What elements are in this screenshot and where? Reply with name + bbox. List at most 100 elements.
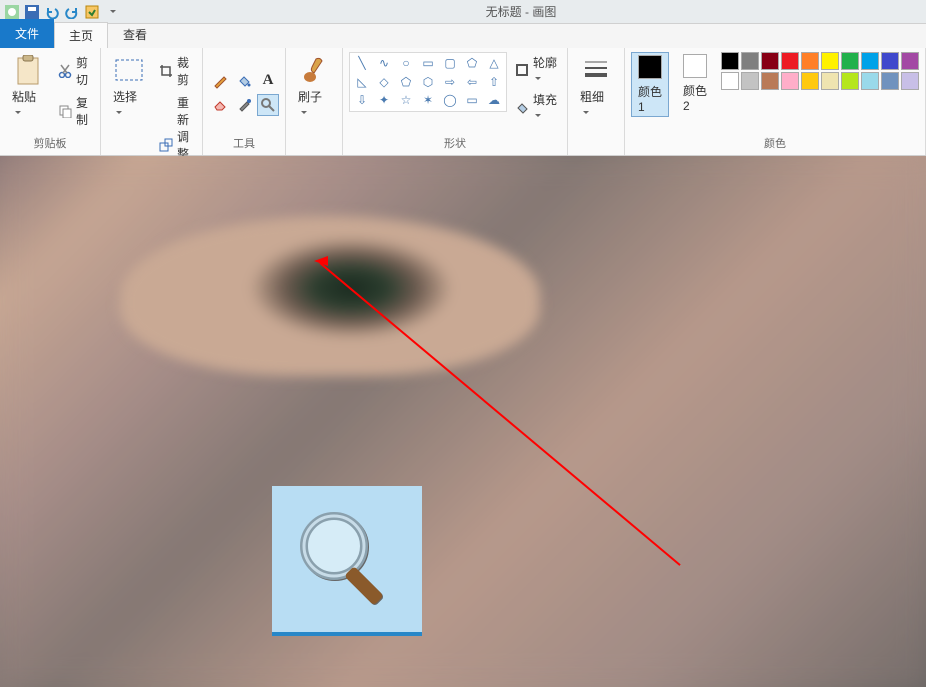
size-button[interactable]: 粗细 — [574, 52, 618, 137]
size-icon — [580, 54, 612, 86]
fill-label: 填充 — [533, 91, 557, 122]
shape-hexagon[interactable]: ⬡ — [418, 74, 438, 90]
copy-button[interactable]: 复制 — [54, 92, 94, 130]
shape-curve[interactable]: ∿ — [374, 55, 394, 71]
shape-6star[interactable]: ✶ — [418, 92, 438, 108]
shape-pentagon[interactable]: ⬠ — [396, 74, 416, 90]
magnifier-tool[interactable] — [257, 94, 279, 116]
palette-swatch[interactable] — [721, 52, 739, 70]
tools-group-label: 工具 — [209, 133, 279, 153]
palette-swatch[interactable] — [781, 52, 799, 70]
canvas-image-detail — [120, 216, 540, 376]
color2-label: 颜色 2 — [683, 82, 707, 113]
scissors-icon — [58, 63, 72, 79]
save-icon[interactable] — [24, 4, 40, 20]
undo-icon[interactable] — [44, 4, 60, 20]
shape-callout-rect[interactable]: ▭ — [462, 92, 482, 108]
shape-uarrow[interactable]: ⇧ — [484, 74, 504, 90]
palette-swatch[interactable] — [741, 52, 759, 70]
outline-label: 轮廓 — [533, 54, 557, 85]
group-colors: 颜色 1 颜色 2 颜色 — [625, 48, 926, 155]
fill-tool[interactable] — [233, 70, 255, 92]
color1-swatch — [638, 55, 662, 79]
palette-swatch[interactable] — [801, 72, 819, 90]
clipboard-icon — [12, 54, 44, 86]
group-clipboard: 粘贴 剪切 复制 剪贴板 — [0, 48, 101, 155]
cut-button[interactable]: 剪切 — [54, 52, 94, 90]
size-group-label — [574, 137, 618, 153]
shape-triangle[interactable]: △ — [484, 55, 504, 71]
palette-swatch[interactable] — [821, 52, 839, 70]
shape-fill-button[interactable]: 填充 — [511, 89, 561, 124]
tab-home[interactable]: 主页 — [54, 22, 108, 48]
tab-view[interactable]: 查看 — [108, 21, 162, 48]
palette-swatch[interactable] — [761, 52, 779, 70]
brushes-button[interactable]: 刷子 — [292, 52, 336, 137]
cut-label: 剪切 — [76, 54, 90, 88]
color1-button[interactable]: 颜色 1 — [631, 52, 669, 117]
shape-darrow[interactable]: ⇩ — [352, 92, 372, 108]
tab-file[interactable]: 文件 — [0, 19, 54, 48]
pencil-tool[interactable] — [209, 70, 231, 92]
shape-callout-cloud[interactable]: ☁ — [484, 92, 504, 108]
palette-swatch[interactable] — [861, 72, 879, 90]
shape-roundrect[interactable]: ▢ — [440, 55, 460, 71]
palette-swatch[interactable] — [761, 72, 779, 90]
shape-larrow[interactable]: ⇦ — [462, 74, 482, 90]
group-image: 选择 裁剪 重新调整大小 旋转 图像 — [101, 48, 203, 155]
select-icon — [113, 54, 145, 86]
eraser-tool[interactable] — [209, 94, 231, 116]
customize-icon[interactable] — [84, 4, 100, 20]
crop-icon — [159, 63, 173, 79]
paste-label: 粘贴 — [12, 88, 44, 119]
palette-swatch[interactable] — [841, 52, 859, 70]
palette-swatch[interactable] — [781, 72, 799, 90]
group-shapes: ╲ ∿ ○ ▭ ▢ ⬠ △ ◺ ◇ ⬠ ⬡ ⇨ ⇦ ⇧ ⇩ ✦ ☆ — [343, 48, 568, 155]
ribbon-tabs: 文件 主页 查看 — [0, 24, 926, 48]
paste-button[interactable]: 粘贴 — [6, 52, 50, 133]
group-size: 粗细 — [568, 48, 625, 155]
crop-button[interactable]: 裁剪 — [155, 52, 196, 90]
palette-swatch[interactable] — [861, 52, 879, 70]
copy-icon — [58, 103, 72, 119]
shape-callout-round[interactable]: ◯ — [440, 92, 460, 108]
color2-button[interactable]: 颜色 2 — [677, 52, 713, 115]
palette-swatch[interactable] — [901, 52, 919, 70]
brush-icon — [298, 54, 330, 86]
app-icon[interactable] — [4, 4, 20, 20]
shape-5star[interactable]: ☆ — [396, 92, 416, 108]
palette-swatch[interactable] — [881, 72, 899, 90]
shape-rarrow[interactable]: ⇨ — [440, 74, 460, 90]
palette-swatch[interactable] — [901, 72, 919, 90]
redo-icon[interactable] — [64, 4, 80, 20]
shape-line[interactable]: ╲ — [352, 55, 372, 71]
canvas[interactable] — [0, 156, 926, 687]
brushes-group-label — [292, 137, 336, 153]
window-title: 无标题 - 画图 — [120, 3, 922, 20]
resize-icon — [159, 137, 173, 153]
color-picker-tool[interactable] — [233, 94, 255, 116]
palette-swatch[interactable] — [741, 72, 759, 90]
palette-swatch[interactable] — [721, 72, 739, 90]
palette-swatch[interactable] — [821, 72, 839, 90]
shape-polygon[interactable]: ⬠ — [462, 55, 482, 71]
color2-swatch — [683, 54, 707, 78]
palette-swatch[interactable] — [841, 72, 859, 90]
text-tool[interactable]: A — [257, 70, 279, 92]
shape-rtriangle[interactable]: ◺ — [352, 74, 372, 90]
shape-oval[interactable]: ○ — [396, 55, 416, 71]
shapes-gallery[interactable]: ╲ ∿ ○ ▭ ▢ ⬠ △ ◺ ◇ ⬠ ⬡ ⇨ ⇦ ⇧ ⇩ ✦ ☆ — [349, 52, 507, 112]
palette-swatch[interactable] — [881, 52, 899, 70]
palette-swatch[interactable] — [801, 52, 819, 70]
qat-dropdown-icon[interactable] — [104, 4, 120, 20]
shape-4star[interactable]: ✦ — [374, 92, 394, 108]
crop-label: 裁剪 — [177, 54, 192, 88]
quick-access-toolbar — [4, 4, 120, 20]
shape-outline-button[interactable]: 轮廓 — [511, 52, 561, 87]
shapes-group-label: 形状 — [349, 133, 561, 153]
shape-diamond[interactable]: ◇ — [374, 74, 394, 90]
shape-rect[interactable]: ▭ — [418, 55, 438, 71]
size-label: 粗细 — [580, 88, 612, 119]
group-tools: A 工具 — [203, 48, 286, 155]
magnifier-icon — [292, 504, 402, 614]
